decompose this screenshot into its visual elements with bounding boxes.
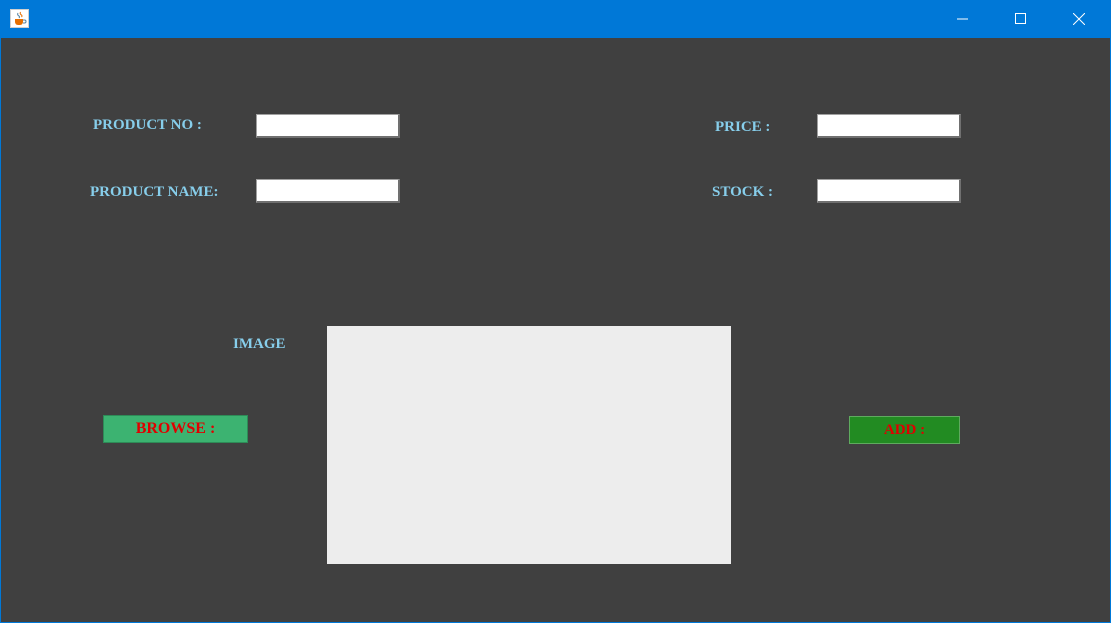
stock-label: STOCK : bbox=[712, 184, 773, 200]
product-name-field[interactable] bbox=[256, 179, 400, 203]
close-button[interactable] bbox=[1050, 0, 1108, 38]
image-label: IMAGE bbox=[233, 336, 286, 352]
minimize-button[interactable] bbox=[934, 0, 992, 38]
product-name-label: PRODUCT NAME: bbox=[90, 184, 219, 200]
title-bar[interactable] bbox=[1, 0, 1110, 38]
price-field[interactable] bbox=[817, 114, 961, 138]
maximize-icon bbox=[1015, 13, 1026, 24]
price-label: PRICE : bbox=[715, 119, 771, 135]
java-cup-icon[interactable] bbox=[10, 9, 29, 28]
add-button[interactable]: ADD : bbox=[849, 416, 960, 444]
form-panel: PRODUCT NO : PRICE : PRODUCT NAME: STOCK… bbox=[1, 38, 1110, 622]
product-no-field[interactable] bbox=[256, 114, 400, 138]
product-no-label: PRODUCT NO : bbox=[93, 117, 202, 133]
close-icon bbox=[1073, 13, 1085, 25]
maximize-button[interactable] bbox=[992, 0, 1050, 38]
app-window: PRODUCT NO : PRICE : PRODUCT NAME: STOCK… bbox=[0, 0, 1111, 623]
image-preview bbox=[327, 326, 731, 564]
minimize-icon bbox=[957, 18, 968, 20]
browse-button[interactable]: BROWSE : bbox=[103, 415, 248, 443]
stock-field[interactable] bbox=[817, 179, 961, 203]
